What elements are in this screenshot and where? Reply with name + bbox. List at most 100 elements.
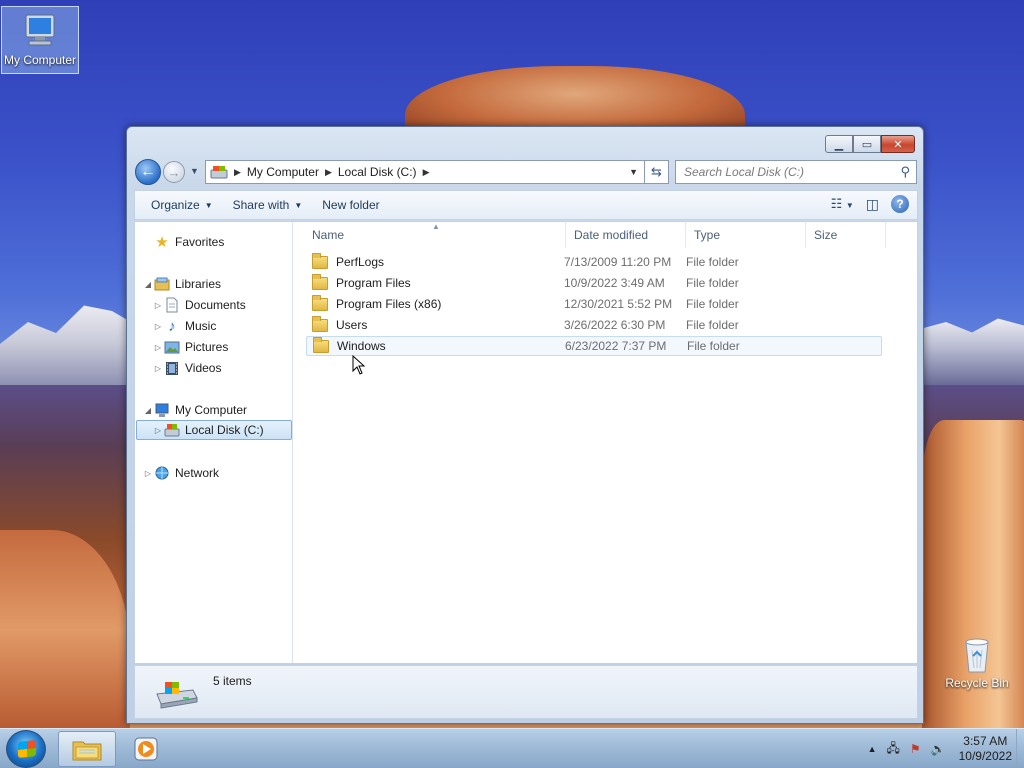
folder-icon [312, 252, 328, 269]
command-bar: Organize ▼ Share with ▼ New folder ☷ ▼ ◫… [134, 190, 918, 220]
column-header-type[interactable]: Type [686, 222, 806, 248]
nav-item-label: Network [175, 466, 220, 480]
collapse-icon[interactable]: ◢ [143, 406, 153, 415]
library-icon [153, 276, 171, 292]
minimize-button[interactable]: ▁ [825, 135, 853, 153]
taskbar-media-player-button[interactable] [118, 731, 174, 767]
maximize-icon: ▭ [861, 138, 873, 151]
column-header-label: Size [814, 228, 838, 242]
desktop-icon-recycle-bin[interactable]: Recycle Bin [938, 630, 1016, 690]
breadcrumb-my-computer[interactable]: My Computer [247, 165, 319, 179]
desktop-icon-my-computer[interactable]: My Computer [1, 6, 79, 74]
file-name: PerfLogs [336, 255, 385, 269]
column-header-label: Date modified [574, 228, 649, 242]
start-button[interactable] [6, 730, 46, 768]
expand-icon[interactable]: ▷ [143, 469, 153, 478]
new-folder-button[interactable]: New folder [312, 191, 389, 219]
drive-icon [210, 166, 228, 179]
back-button[interactable]: ← [135, 159, 161, 185]
nav-item-local-disk[interactable]: ▷ Local Disk (C:) [136, 420, 292, 440]
volume-icon[interactable]: 🔈 [931, 742, 946, 756]
refresh-button[interactable]: ⇆ [645, 160, 669, 184]
chevron-down-icon: ▼ [204, 200, 213, 210]
breadcrumb-separator[interactable]: ▶ [234, 167, 241, 178]
search-icon[interactable]: ⚲ [900, 164, 910, 180]
nav-item-favorites[interactable]: ★ Favorites [143, 232, 224, 252]
breadcrumb-separator[interactable]: ▶ [423, 167, 430, 178]
content-area: ★ Favorites ◢ Libraries ▷ Documents ▷ ♪ [134, 221, 918, 664]
taskbar-explorer-button[interactable] [58, 731, 116, 767]
help-icon[interactable]: ? [891, 195, 909, 213]
clock[interactable]: 3:57 AM 10/9/2022 [959, 734, 1012, 764]
desktop-wallpaper-mountain [920, 318, 1024, 385]
computer-icon [153, 402, 171, 418]
file-row[interactable]: Program Files (x86) 12/30/2021 5:52 PM F… [306, 294, 882, 314]
address-dropdown-button[interactable]: ▼ [629, 167, 638, 177]
videos-icon [163, 360, 181, 376]
file-name-cell: PerfLogs [312, 252, 385, 269]
nav-item-label: Local Disk (C:) [185, 423, 264, 437]
preview-pane-button[interactable]: ◫ [866, 196, 879, 213]
music-icon: ♪ [168, 317, 176, 335]
breadcrumb-separator[interactable]: ▶ [325, 167, 332, 178]
file-row[interactable]: Windows 6/23/2022 7:37 PM File folder [306, 336, 882, 356]
address-bar[interactable]: ▶ My Computer ▶ Local Disk (C:) ▶ ▼ [205, 160, 645, 184]
network-status-icon[interactable]: 🖧 [887, 739, 900, 760]
nav-item-network[interactable]: ▷ Network [143, 463, 219, 483]
column-header-label: Name [312, 228, 345, 242]
file-name: Program Files (x86) [336, 297, 442, 311]
nav-item-documents[interactable]: ▷ Documents [153, 295, 246, 315]
file-type: File folder [686, 318, 739, 332]
new-folder-label: New folder [322, 198, 380, 212]
collapse-icon[interactable]: ◢ [143, 280, 153, 289]
organize-menu-button[interactable]: Organize ▼ [141, 191, 223, 219]
column-header-date-modified[interactable]: Date modified [566, 222, 686, 248]
explorer-window: ▁ ▭ ✕ ← → ▼ ▶ My Computer ▶ Local Disk (… [126, 126, 924, 724]
action-center-flag-icon[interactable]: ⚑ [910, 742, 921, 756]
column-header-size[interactable]: Size [806, 222, 886, 248]
recycle-bin-icon [965, 638, 989, 673]
show-hidden-icons-button[interactable]: ▲ [868, 744, 877, 754]
nav-item-pictures[interactable]: ▷ Pictures [153, 337, 228, 357]
nav-item-my-computer[interactable]: ◢ My Computer [143, 400, 247, 420]
file-name: Users [336, 318, 368, 332]
navigation-pane: ★ Favorites ◢ Libraries ▷ Documents ▷ ♪ [135, 222, 293, 663]
network-icon [153, 465, 171, 481]
folder-icon [313, 336, 329, 353]
file-row[interactable]: Program Files 10/9/2022 3:49 AM File fol… [306, 273, 882, 293]
search-box: ⚲ [675, 160, 917, 184]
expand-icon[interactable]: ▷ [153, 364, 163, 373]
recent-pages-dropdown[interactable]: ▼ [190, 166, 199, 176]
search-input[interactable] [676, 161, 886, 183]
document-icon [163, 297, 181, 313]
maximize-button[interactable]: ▭ [853, 135, 881, 153]
column-header-label: Type [694, 228, 721, 242]
nav-item-videos[interactable]: ▷ Videos [153, 358, 222, 378]
computer-icon [25, 14, 55, 46]
drive-icon [156, 682, 198, 709]
folder-icon [312, 315, 328, 332]
file-row[interactable]: PerfLogs 7/13/2009 11:20 PM File folder [306, 252, 882, 272]
nav-item-music[interactable]: ▷ ♪ Music [153, 316, 216, 336]
close-button[interactable]: ✕ [881, 135, 915, 153]
item-count: 5 items [213, 674, 252, 688]
folder-icon [72, 741, 102, 761]
file-type: File folder [686, 276, 739, 290]
expand-icon[interactable]: ▷ [153, 322, 163, 331]
expand-icon[interactable]: ▷ [153, 301, 163, 310]
file-name: Program Files [336, 276, 411, 290]
breadcrumb-local-disk[interactable]: Local Disk (C:) [338, 165, 417, 179]
nav-item-label: Libraries [175, 277, 222, 291]
column-header-name[interactable]: Name [294, 222, 566, 248]
clock-date: 10/9/2022 [958, 749, 1012, 763]
file-list-pane: ▲ Name Date modified Type Size PerfLogs … [294, 222, 917, 663]
desktop-icon-label: Recycle Bin [945, 676, 1009, 690]
file-row[interactable]: Users 3/26/2022 6:30 PM File folder [306, 315, 882, 335]
expand-icon[interactable]: ▷ [153, 426, 163, 435]
nav-item-libraries[interactable]: ◢ Libraries [143, 274, 221, 294]
expand-icon[interactable]: ▷ [153, 343, 163, 352]
show-desktop-button[interactable] [1016, 729, 1024, 768]
change-view-button[interactable]: ☷ ▼ [831, 196, 854, 212]
forward-button[interactable]: → [163, 161, 185, 183]
share-with-menu-button[interactable]: Share with ▼ [223, 191, 313, 219]
